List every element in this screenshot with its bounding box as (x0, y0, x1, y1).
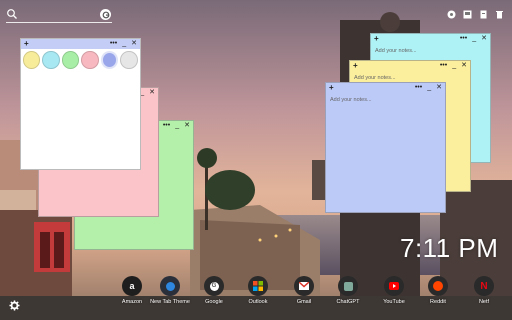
app-label: Outlook (248, 299, 268, 305)
menu-button[interactable]: ••• (440, 62, 447, 70)
new-tab-theme-icon (160, 276, 180, 296)
minimize-button[interactable]: _ (122, 40, 126, 48)
blue-note[interactable]: + ••• _ ✕ Add your notes... (325, 82, 446, 213)
app-label: YouTube (383, 299, 405, 305)
close-button[interactable]: ✕ (184, 122, 190, 130)
app-chatgpt[interactable]: ChatGPT (328, 276, 368, 316)
close-button[interactable]: ✕ (131, 40, 137, 48)
menu-button[interactable]: ••• (163, 122, 170, 130)
document-icon[interactable] (478, 9, 488, 19)
top-toolbar (446, 9, 504, 19)
app-outlook[interactable]: Outlook (238, 276, 278, 316)
app-label: Reddit (430, 299, 446, 305)
color-swatch-green[interactable] (61, 51, 80, 69)
note-toolbar: + ••• _ ✕ (350, 61, 470, 71)
color-swatch-cyan[interactable] (42, 51, 60, 69)
google-search-icon[interactable] (100, 9, 111, 20)
add-note-button[interactable]: + (353, 62, 358, 70)
note-toolbar: + ••• _ ✕ (326, 83, 445, 93)
note-toolbar: + ••• _ ✕ (21, 39, 140, 49)
minimize-button[interactable]: _ (452, 62, 456, 70)
app-new-tab-theme[interactable]: New Tab Theme (150, 276, 190, 316)
netflix-icon: N (474, 276, 494, 296)
app-youtube[interactable]: YouTube (374, 276, 414, 316)
color-swatch-purple[interactable] (100, 51, 119, 69)
reddit-icon (428, 276, 448, 296)
trash-icon[interactable] (494, 9, 504, 19)
gmail-icon (294, 276, 314, 296)
google-icon: G (204, 276, 224, 296)
app-reddit[interactable]: Reddit (418, 276, 458, 316)
outlook-icon (248, 276, 268, 296)
minimize-button[interactable]: _ (427, 84, 431, 92)
minimize-button[interactable]: _ (175, 122, 179, 130)
app-google[interactable]: G Google (194, 276, 234, 316)
clock: 7:11 PM (400, 233, 499, 263)
color-swatch-gray[interactable] (120, 51, 138, 69)
search-bar[interactable] (6, 8, 112, 23)
add-note-button[interactable]: + (329, 84, 334, 92)
app-gmail[interactable]: Gmail (284, 276, 324, 316)
amazon-icon: a (122, 276, 142, 296)
color-swatch-yellow[interactable] (23, 51, 41, 69)
app-label: Google (205, 299, 223, 305)
note-toolbar: + ••• _ ✕ (371, 34, 490, 44)
search-underline (6, 22, 112, 23)
search-icon (7, 9, 17, 19)
color-swatch-pink[interactable] (81, 51, 99, 69)
menu-button[interactable]: ••• (460, 35, 467, 43)
chatgpt-icon (338, 276, 358, 296)
app-label: Netf (478, 299, 490, 305)
close-button[interactable]: ✕ (149, 89, 155, 97)
add-note-button[interactable]: + (374, 35, 379, 43)
minimize-button[interactable]: _ (472, 35, 476, 43)
purple-note[interactable]: + ••• _ ✕ (20, 38, 141, 170)
app-label: Amazon (121, 299, 143, 305)
color-picker (21, 49, 140, 71)
search-input[interactable] (20, 8, 106, 20)
theme-icon[interactable] (446, 9, 456, 19)
close-button[interactable]: ✕ (481, 35, 487, 43)
menu-button[interactable]: ••• (415, 84, 422, 92)
app-amazon[interactable]: a Amazon (112, 276, 152, 316)
youtube-icon (384, 276, 404, 296)
app-label: Gmail (296, 299, 312, 305)
close-button[interactable]: ✕ (436, 84, 442, 92)
note-text-area[interactable]: Add your notes... (326, 93, 445, 212)
close-button[interactable]: ✕ (461, 62, 467, 70)
app-label: ChatGPT (336, 299, 360, 305)
app-dock: a Amazon New Tab Theme G Google Outlook … (112, 276, 502, 316)
menu-button[interactable]: ••• (110, 40, 117, 48)
add-note-button[interactable]: + (24, 40, 29, 48)
app-netflix[interactable]: N Netf (464, 276, 504, 316)
wallpaper-icon[interactable] (462, 9, 472, 19)
gear-icon[interactable] (9, 300, 20, 311)
app-label: New Tab Theme (150, 299, 190, 305)
